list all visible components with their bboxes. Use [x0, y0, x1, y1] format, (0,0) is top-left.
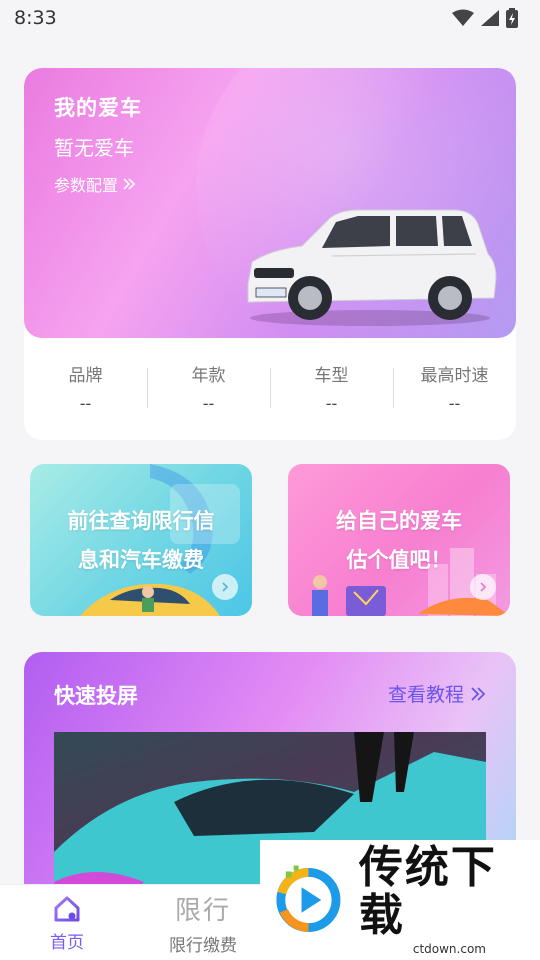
feature-line: 前往查询限行信 — [67, 509, 215, 533]
stat-label: 车型 — [314, 366, 349, 386]
ctdown-logo-icon — [276, 865, 341, 932]
car-card-subtitle: 暂无爱车 — [54, 136, 134, 160]
view-tutorial-link[interactable]: 查看教程 — [388, 680, 486, 707]
stat-top-speed: 最高时速 -- — [393, 352, 516, 422]
status-icons — [452, 8, 518, 28]
car-config-link[interactable]: 参数配置 — [54, 172, 136, 196]
nav-home-label: 首页 — [50, 932, 84, 953]
stat-label: 品牌 — [68, 366, 103, 386]
nav-home[interactable]: 首页 — [28, 885, 106, 960]
feature-arrow-button[interactable] — [470, 574, 496, 600]
stat-value: -- — [325, 394, 338, 413]
watermark-url: ctdown.com — [412, 942, 486, 956]
double-chevron-right-icon — [123, 178, 136, 190]
feature-arrow-button[interactable] — [212, 574, 238, 600]
car-stats: 品牌 -- 年款 -- 车型 -- 最高时速 -- — [24, 352, 516, 422]
stat-brand: 品牌 -- — [24, 352, 147, 422]
stat-label: 最高时速 — [420, 366, 489, 386]
stat-label: 年款 — [191, 366, 226, 386]
watermark-brand: 传统下载 — [358, 842, 497, 941]
signal-icon — [481, 10, 499, 26]
chevron-right-icon — [222, 582, 229, 592]
feature-text: 前往查询限行信 息和汽车缴费 — [30, 502, 252, 580]
traffic-restriction-card[interactable]: 前往查询限行信 息和汽车缴费 — [30, 464, 252, 616]
feature-line: 给自己的爱车 — [336, 509, 462, 533]
car-config-label: 参数配置 — [54, 176, 119, 195]
status-bar: 8:33 — [0, 0, 540, 36]
cast-title: 快速投屏 — [54, 684, 138, 708]
nav-traffic-payment-label: 限行缴费 — [169, 936, 237, 956]
nav-traffic-payment[interactable]: 限行 限行缴费 — [150, 885, 256, 960]
stat-year: 年款 -- — [147, 352, 270, 422]
car-card-title: 我的爱车 — [54, 96, 142, 120]
my-car-card[interactable]: 我的爱车 暂无爱车 参数配置 品牌 -- 年款 -- 车型 -- 最高时速 -- — [24, 68, 516, 440]
stat-model: 车型 -- — [270, 352, 393, 422]
car-banner: 我的爱车 暂无爱车 参数配置 — [24, 68, 516, 338]
suv-car-image — [247, 209, 497, 326]
wifi-icon — [452, 9, 474, 26]
double-chevron-right-icon — [471, 686, 486, 701]
car-valuation-card[interactable]: 给自己的爱车 估个值吧！ — [288, 464, 510, 616]
stat-value: -- — [202, 394, 215, 413]
status-time: 8:33 — [14, 7, 57, 29]
traffic-limit-icon: 限行 — [174, 896, 231, 926]
home-icon — [54, 896, 80, 921]
feature-text: 给自己的爱车 估个值吧！ — [288, 502, 510, 580]
battery-icon — [506, 8, 518, 28]
watermark: 传统下载 ctdown.com — [260, 840, 540, 960]
stat-value: -- — [448, 394, 461, 413]
tutorial-label: 查看教程 — [387, 684, 464, 706]
stat-value: -- — [79, 394, 92, 413]
chevron-right-icon — [480, 582, 487, 592]
